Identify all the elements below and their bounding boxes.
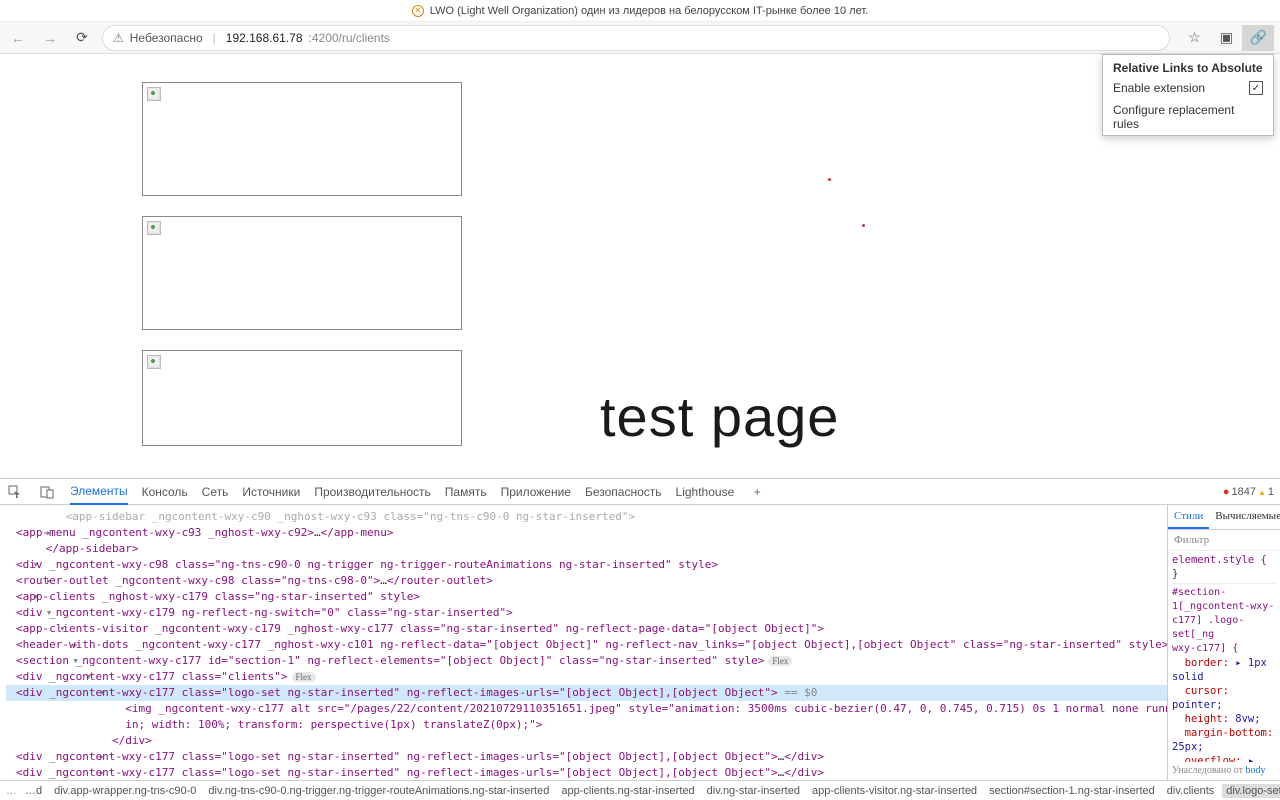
info-banner-text: LWO (Light Well Organization) один из ли… — [430, 5, 868, 17]
devtools-tabs: Элементы Консоль Сеть Источники Производ… — [0, 479, 1280, 505]
extension-popup-title: Relative Links to Absolute — [1103, 55, 1273, 77]
breadcrumb-item[interactable]: app-clients-visitor.ng-star-inserted — [808, 784, 981, 798]
separator: | — [213, 31, 216, 45]
error-counts[interactable]: 1847 1 — [1223, 486, 1274, 498]
dom-line[interactable]: <app-sidebar _ngcontent-wxy-c90 _nghost-… — [6, 509, 1167, 525]
page-heading: test page — [600, 384, 839, 449]
forward-button[interactable]: → — [38, 26, 62, 50]
rule-selector: #section-1[_ngcontent-wxy-c177] .logo-se… — [1172, 586, 1276, 642]
enable-extension-checkbox[interactable]: ✓ — [1249, 81, 1263, 95]
styles-filter-input[interactable]: Фильтр — [1168, 530, 1280, 551]
decorative-dot — [862, 224, 865, 227]
page-viewport: test page — [0, 54, 1280, 478]
favorite-icon[interactable]: ☆ — [1178, 25, 1210, 51]
dom-line[interactable]: ▾ <app-clients-visitor _ngcontent-wxy-c1… — [6, 621, 1167, 637]
dom-line[interactable]: ▾ <div _ngcontent-wxy-c98 class="ng-tns-… — [6, 557, 1167, 573]
dom-line[interactable]: ▸ <div _ngcontent-wxy-c177 class="logo-s… — [6, 765, 1167, 780]
dom-line[interactable]: ▾ <app-clients _nghost-wxy-c179 class="n… — [6, 589, 1167, 605]
inherited-from: Унаследовано от body — [1168, 762, 1280, 780]
elements-breadcrumb[interactable]: … …d div.app-wrapper.ng-tns-c90-0 div.ng… — [0, 780, 1280, 800]
panel-icon[interactable]: ▣ — [1210, 25, 1242, 51]
extension-popup: Relative Links to Absolute Enable extens… — [1102, 54, 1274, 136]
dom-line[interactable]: ▸ <header-with-dots _ngcontent-wxy-c177 … — [6, 637, 1167, 653]
dom-line-selected[interactable]: ▾ <div _ngcontent-wxy-c177 class="logo-s… — [6, 685, 1167, 701]
extension-config-row[interactable]: Configure replacement rules — [1103, 99, 1273, 135]
broken-image-box — [142, 216, 462, 330]
decorative-dot — [828, 178, 831, 181]
dom-line[interactable]: </div> — [6, 733, 1167, 749]
tab-security[interactable]: Безопасность — [585, 480, 662, 504]
breadcrumb-item[interactable]: section#section-1.ng-star-inserted — [985, 784, 1159, 798]
info-icon: ✕ — [412, 5, 424, 17]
tab-memory[interactable]: Память — [445, 480, 487, 504]
configure-rules-label: Configure replacement rules — [1113, 103, 1263, 131]
rule-selector: wxy-c177] { — [1172, 642, 1276, 656]
extension-enable-row[interactable]: Enable extension ✓ — [1103, 77, 1273, 99]
breadcrumb-item-selected[interactable]: div.logo-set.ng-star-inserted — [1222, 784, 1280, 798]
error-count: 1847 — [1223, 486, 1256, 498]
breadcrumb-ellipsis[interactable]: … — [6, 785, 17, 797]
elements-tree[interactable]: <app-sidebar _ngcontent-wxy-c90 _nghost-… — [0, 505, 1168, 780]
styles-tabs: Стили Вычисляемые — [1168, 505, 1280, 530]
breadcrumb-item[interactable]: div.ng-star-inserted — [703, 784, 804, 798]
broken-image-icon — [147, 87, 161, 101]
browser-toolbar: ← → ⟳ ⚠ Небезопасно | 192.168.61.78 :4200… — [0, 22, 1280, 54]
css-declaration[interactable]: overflow: ▸ hidden; — [1172, 754, 1276, 762]
breadcrumb-item[interactable]: div.app-wrapper.ng-tns-c90-0 — [50, 784, 200, 798]
dom-line[interactable]: ▾ <div _ngcontent-wxy-c179 ng-reflect-ng… — [6, 605, 1167, 621]
broken-image-box — [142, 82, 462, 196]
url-path: :4200/ru/clients — [309, 31, 390, 45]
inspect-icon[interactable] — [6, 483, 24, 501]
rule-brace: } — [1172, 567, 1276, 581]
dom-line[interactable]: ▸ <app-menu _ngcontent-wxy-c93 _nghost-w… — [6, 525, 1167, 541]
dom-line[interactable]: ▸ <router-outlet _ngcontent-wxy-c98 clas… — [6, 573, 1167, 589]
devtools-body: <app-sidebar _ngcontent-wxy-c90 _nghost-… — [0, 505, 1280, 780]
enable-extension-label: Enable extension — [1113, 81, 1205, 95]
device-toggle-icon[interactable] — [38, 483, 56, 501]
extension-icon[interactable]: 🔗 — [1242, 25, 1274, 51]
styles-pane: Стили Вычисляемые Фильтр element.style {… — [1168, 505, 1280, 780]
css-declaration[interactable]: margin-bottom: 25px; — [1172, 726, 1276, 754]
insecure-icon: ⚠ — [113, 31, 124, 45]
info-banner: ✕ LWO (Light Well Organization) один из … — [0, 0, 1280, 22]
insecure-label: Небезопасно — [130, 31, 203, 45]
url-host: 192.168.61.78 — [226, 31, 303, 45]
styles-tab-computed[interactable]: Вычисляемые — [1209, 505, 1280, 529]
rule-selector: element.style { — [1172, 553, 1276, 567]
dom-line[interactable]: ▸ <div _ngcontent-wxy-c177 class="logo-s… — [6, 749, 1167, 765]
breadcrumb-item[interactable]: div.clients — [1163, 784, 1218, 798]
css-declaration[interactable]: border: ▸ 1px solid — [1172, 656, 1276, 684]
styles-rules[interactable]: element.style { } #section-1[_ngcontent-… — [1168, 551, 1280, 762]
add-tab-icon[interactable]: + — [748, 483, 766, 501]
tab-sources[interactable]: Источники — [242, 480, 300, 504]
css-declaration[interactable]: height: 8vw; — [1172, 712, 1276, 726]
tab-lighthouse[interactable]: Lighthouse — [676, 480, 735, 504]
address-bar[interactable]: ⚠ Небезопасно | 192.168.61.78 :4200/ru/cl… — [102, 25, 1170, 51]
dom-line[interactable]: <img _ngcontent-wxy-c177 alt src="/pages… — [6, 701, 1167, 717]
breadcrumb-item[interactable]: app-clients.ng-star-inserted — [557, 784, 698, 798]
tab-performance[interactable]: Производительность — [314, 480, 430, 504]
back-button[interactable]: ← — [6, 26, 30, 50]
reload-button[interactable]: ⟳ — [70, 26, 94, 50]
tab-elements[interactable]: Элементы — [70, 479, 128, 505]
tab-console[interactable]: Консоль — [142, 480, 188, 504]
warning-count: 1 — [1258, 486, 1274, 498]
dom-line[interactable]: in; width: 100%; transform: perspective(… — [6, 717, 1167, 733]
tab-network[interactable]: Сеть — [202, 480, 229, 504]
breadcrumb-item[interactable]: …d — [21, 784, 46, 798]
dom-line[interactable]: ▾ <div _ngcontent-wxy-c177 class="client… — [6, 669, 1167, 685]
styles-tab-styles[interactable]: Стили — [1168, 505, 1209, 529]
breadcrumb-item[interactable]: div.ng-tns-c90-0.ng-trigger.ng-trigger-r… — [204, 784, 553, 798]
toolbar-right: ☆ ▣ 🔗 — [1178, 25, 1274, 51]
broken-image-icon — [147, 221, 161, 235]
broken-image-icon — [147, 355, 161, 369]
tab-application[interactable]: Приложение — [501, 480, 571, 504]
css-declaration[interactable]: cursor: pointer; — [1172, 684, 1276, 712]
dom-line[interactable]: </app-sidebar> — [6, 541, 1167, 557]
broken-image-box — [142, 350, 462, 446]
dom-line[interactable]: ▾ <section _ngcontent-wxy-c177 id="secti… — [6, 653, 1167, 669]
devtools-panel: Элементы Консоль Сеть Источники Производ… — [0, 478, 1280, 800]
